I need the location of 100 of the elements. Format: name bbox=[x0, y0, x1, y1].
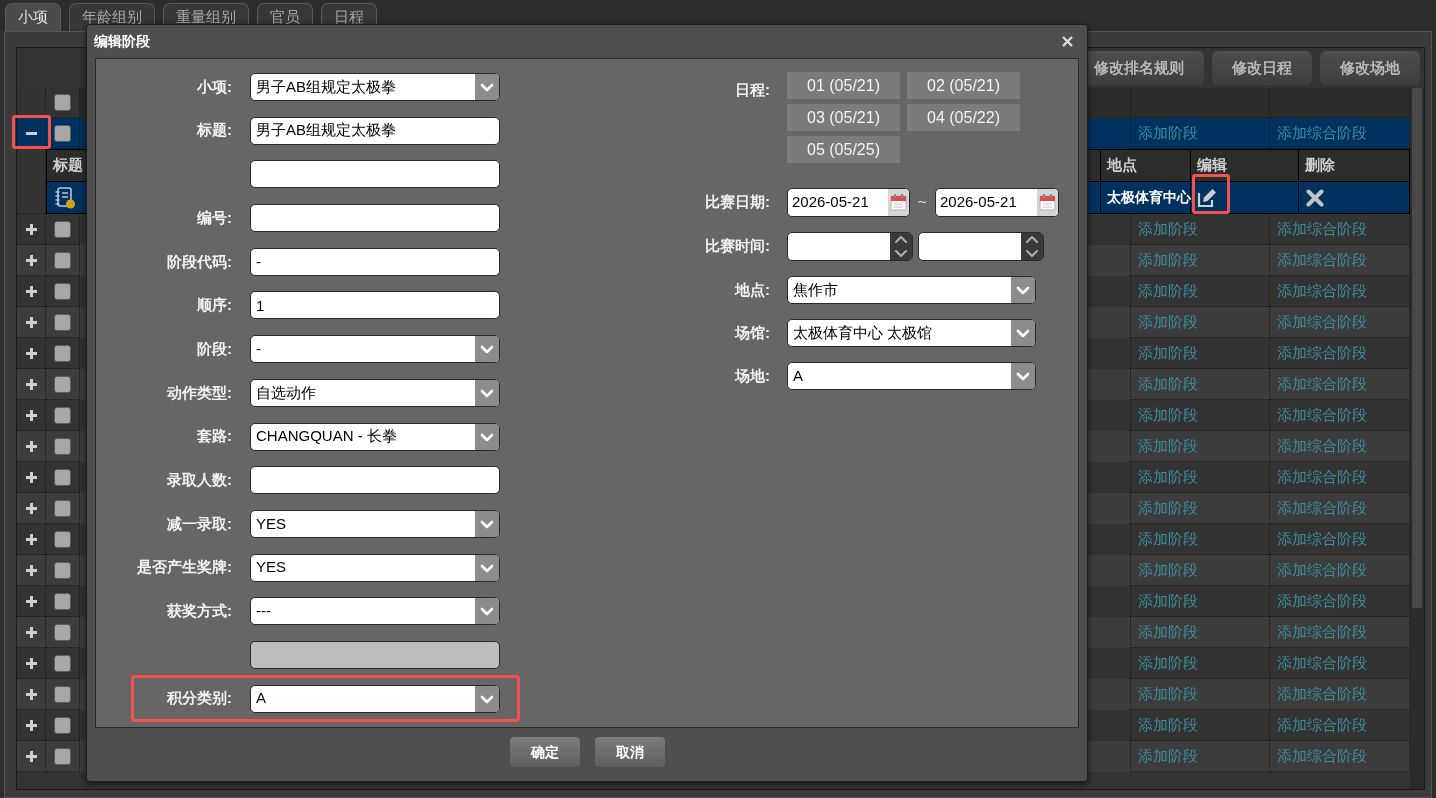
expand-toggle[interactable] bbox=[24, 253, 38, 267]
checkbox[interactable] bbox=[54, 592, 71, 610]
close-button[interactable] bbox=[1062, 36, 1073, 47]
toolbar-button[interactable]: 修改场地 bbox=[1320, 51, 1420, 85]
add-combined-stage-link[interactable]: 添加综合阶段 bbox=[1277, 651, 1367, 675]
add-combined-stage-link[interactable]: 添加综合阶段 bbox=[1277, 620, 1367, 644]
plus-icon bbox=[25, 409, 37, 421]
dropdown[interactable]: 焦作市 bbox=[787, 276, 1036, 304]
expand-toggle[interactable] bbox=[24, 439, 38, 453]
checkbox[interactable] bbox=[54, 124, 71, 142]
add-combined-stage-link[interactable]: 添加综合阶段 bbox=[1277, 682, 1367, 706]
add-combined-stage-link[interactable]: 添加综合阶段 bbox=[1277, 744, 1367, 768]
time-field[interactable] bbox=[787, 232, 913, 261]
dropdown[interactable]: 自选动作 bbox=[250, 378, 500, 407]
expand-toggle[interactable] bbox=[24, 222, 38, 236]
checkbox[interactable] bbox=[54, 220, 71, 238]
expand-toggle[interactable] bbox=[24, 501, 38, 515]
checkbox[interactable] bbox=[54, 468, 71, 486]
checkbox[interactable] bbox=[54, 282, 71, 300]
dialog-button[interactable]: 确定 bbox=[509, 737, 580, 767]
expand-toggle[interactable] bbox=[24, 284, 38, 298]
add-combined-stage-link[interactable]: 添加综合阶段 bbox=[1277, 341, 1367, 365]
checkbox[interactable] bbox=[54, 561, 71, 579]
add-combined-stage-link[interactable]: 添加综合阶段 bbox=[1277, 434, 1367, 458]
add-combined-stage-link[interactable]: 添加综合阶段 bbox=[1277, 527, 1367, 551]
checkbox[interactable] bbox=[54, 623, 71, 641]
toolbar-button[interactable]: 修改日程 bbox=[1212, 51, 1312, 85]
expand-toggle[interactable] bbox=[24, 594, 38, 608]
text-field[interactable] bbox=[250, 204, 500, 233]
delete-icon[interactable] bbox=[1306, 188, 1324, 207]
dropdown[interactable]: A bbox=[250, 684, 500, 713]
expand-toggle[interactable] bbox=[24, 532, 38, 546]
checkbox[interactable] bbox=[54, 94, 71, 111]
date-field[interactable]: 2026-05-21 bbox=[935, 188, 1059, 217]
schedule-chip[interactable]: 01 (05/21) bbox=[787, 72, 900, 99]
date-field[interactable]: 2026-05-21 bbox=[787, 188, 910, 217]
checkbox[interactable] bbox=[54, 747, 71, 765]
tab[interactable]: 小项 bbox=[5, 3, 61, 31]
add-combined-stage-link[interactable]: 添加综合阶段 bbox=[1277, 248, 1367, 272]
text-field[interactable]: - bbox=[250, 247, 500, 276]
expand-toggle[interactable] bbox=[24, 625, 38, 639]
expand-toggle[interactable] bbox=[24, 377, 38, 391]
dropdown[interactable]: 太极体育中心 太极馆 bbox=[787, 319, 1036, 347]
text-field[interactable]: 1 bbox=[250, 291, 500, 320]
add-combined-stage-link[interactable]: 添加综合阶段 bbox=[1277, 121, 1367, 145]
field-label: 比赛日期: bbox=[705, 192, 770, 213]
dialog-button[interactable]: 取消 bbox=[594, 737, 665, 767]
chevron-down-icon bbox=[475, 598, 499, 625]
dropdown[interactable]: --- bbox=[250, 597, 500, 626]
expand-toggle[interactable] bbox=[24, 687, 38, 701]
checkbox[interactable] bbox=[54, 530, 71, 548]
scrollbar-thumb[interactable] bbox=[1412, 88, 1422, 608]
checkbox[interactable] bbox=[54, 716, 71, 734]
schedule-chip[interactable]: 02 (05/21) bbox=[907, 72, 1020, 99]
expand-toggle[interactable] bbox=[24, 346, 38, 360]
dropdown[interactable]: - bbox=[250, 335, 500, 364]
text-field[interactable]: 男子AB组规定太极拳 bbox=[250, 116, 500, 145]
spin-up-button[interactable] bbox=[1021, 233, 1043, 247]
field-label: 地点: bbox=[735, 279, 770, 300]
checkbox[interactable] bbox=[54, 654, 71, 672]
checkbox[interactable] bbox=[54, 251, 71, 269]
expand-toggle[interactable] bbox=[24, 749, 38, 763]
edit-icon[interactable] bbox=[1197, 187, 1217, 208]
checkbox[interactable] bbox=[54, 499, 71, 517]
add-combined-stage-link[interactable]: 添加综合阶段 bbox=[1277, 403, 1367, 427]
expand-toggle[interactable] bbox=[24, 563, 38, 577]
add-combined-stage-link[interactable]: 添加综合阶段 bbox=[1277, 279, 1367, 303]
text-field[interactable] bbox=[250, 160, 500, 189]
add-combined-stage-link[interactable]: 添加综合阶段 bbox=[1277, 310, 1367, 334]
schedule-chip[interactable]: 05 (05/25) bbox=[787, 136, 900, 163]
text-field[interactable] bbox=[250, 466, 500, 495]
time-field[interactable] bbox=[918, 232, 1044, 261]
checkbox[interactable] bbox=[54, 406, 71, 424]
dropdown[interactable]: A bbox=[787, 362, 1036, 390]
expand-toggle[interactable] bbox=[24, 408, 38, 422]
add-combined-stage-link[interactable]: 添加综合阶段 bbox=[1277, 217, 1367, 241]
add-combined-stage-link[interactable]: 添加综合阶段 bbox=[1277, 558, 1367, 582]
dropdown[interactable]: CHANGQUAN - 长拳 bbox=[250, 422, 500, 451]
expand-toggle[interactable] bbox=[24, 656, 38, 670]
expand-toggle[interactable] bbox=[24, 470, 38, 484]
checkbox[interactable] bbox=[54, 344, 71, 362]
dropdown[interactable]: YES bbox=[250, 509, 500, 538]
schedule-chip[interactable]: 04 (05/22) bbox=[907, 104, 1020, 131]
add-combined-stage-link[interactable]: 添加综合阶段 bbox=[1277, 372, 1367, 396]
schedule-chip[interactable]: 03 (05/21) bbox=[787, 104, 900, 131]
checkbox[interactable] bbox=[54, 685, 71, 703]
range-separator: ~ bbox=[917, 192, 928, 213]
expand-toggle[interactable] bbox=[24, 315, 38, 329]
add-combined-stage-link[interactable]: 添加综合阶段 bbox=[1277, 589, 1367, 613]
dropdown[interactable]: YES bbox=[250, 553, 500, 582]
add-combined-stage-link[interactable]: 添加综合阶段 bbox=[1277, 713, 1367, 737]
checkbox[interactable] bbox=[54, 375, 71, 393]
dropdown[interactable]: 男子AB组规定太极拳 bbox=[250, 73, 500, 101]
spin-up-button[interactable] bbox=[890, 233, 912, 247]
add-combined-stage-link[interactable]: 添加综合阶段 bbox=[1277, 496, 1367, 520]
checkbox[interactable] bbox=[54, 313, 71, 331]
add-combined-stage-link[interactable]: 添加综合阶段 bbox=[1277, 465, 1367, 489]
checkbox[interactable] bbox=[54, 437, 71, 455]
expand-toggle[interactable] bbox=[24, 718, 38, 732]
chevron-down-icon bbox=[475, 510, 499, 537]
